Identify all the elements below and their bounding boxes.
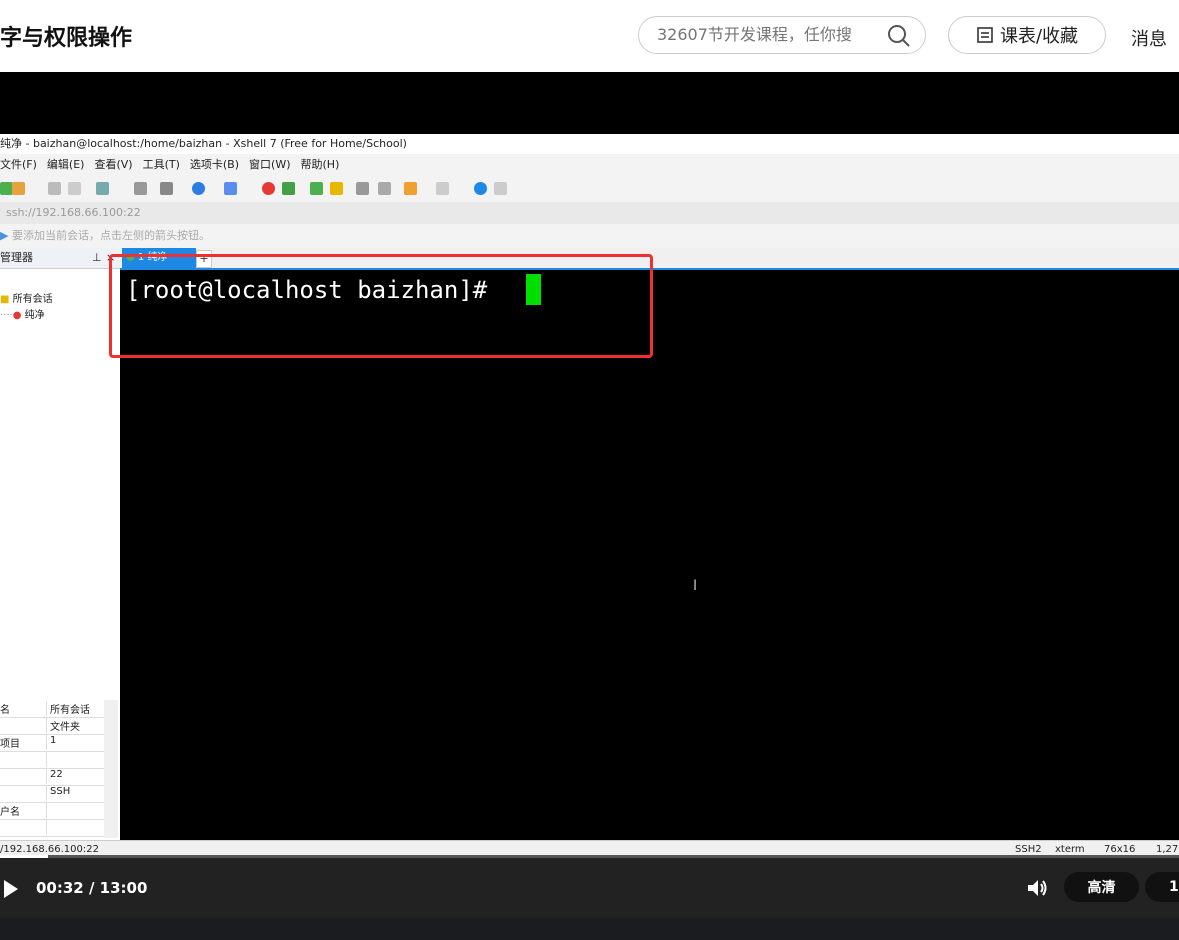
disconnect-icon[interactable] (68, 182, 81, 195)
menu-view[interactable]: 查看(V) (94, 158, 132, 171)
properties-table: 名所有会话 文件夹 项目 1 22 SSH 户名 (0, 700, 104, 838)
fullscreen-icon[interactable] (310, 182, 323, 195)
session-icon: ● (12, 310, 22, 321)
session-hint-bar: ▶ 要添加当前会话，点击左侧的箭头按钮。 (0, 224, 1179, 248)
menu-tools[interactable]: 工具(T) (143, 158, 180, 171)
open-folder-icon[interactable] (12, 182, 25, 195)
tree-item-all-sessions[interactable]: ■ 所有会话 (0, 290, 53, 305)
quality-button[interactable]: 高清 (1064, 872, 1139, 902)
calendar-icon (977, 27, 993, 43)
player-controls: 00:32 / 13:00 高清 1. (0, 858, 1179, 918)
xshell-toolbar (0, 176, 1179, 202)
xftp-icon[interactable] (262, 182, 275, 195)
folder-icon: ■ (0, 294, 10, 305)
connect-icon[interactable] (48, 182, 61, 195)
menu-help[interactable]: 帮助(H) (301, 158, 340, 171)
course-favorites-button[interactable]: 课表/收藏 (948, 16, 1106, 54)
session-manager-panel: 管理器 ⊥ × ■ 所有会话 ····● 纯净 名所有会话 文件夹 项目 1 22… (0, 248, 121, 840)
bottom-strip (0, 918, 1179, 940)
search-icon[interactable] (887, 24, 911, 48)
search-input[interactable] (657, 25, 867, 44)
xshell-title-bar: 纯净 - baizhan@localhost:/home/baizhan - X… (0, 134, 1179, 154)
xshell-icon[interactable] (282, 182, 295, 195)
arrow-icon: ▶ (0, 229, 9, 242)
xshell-window: 纯净 - baizhan@localhost:/home/baizhan - X… (0, 134, 1179, 858)
session-manager-title: 管理器 (0, 251, 33, 264)
messages-link[interactable]: 消息 (1131, 25, 1167, 51)
table-row: 文件夹 (0, 717, 104, 735)
search-box[interactable] (638, 16, 926, 54)
lock-icon[interactable] (330, 182, 343, 195)
transfer-icon[interactable] (404, 182, 417, 195)
address-text: ssh://192.168.66.100:22 (6, 206, 141, 219)
red-highlight-box (109, 254, 653, 358)
menu-file[interactable]: 文件(F) (0, 158, 37, 171)
tree-item-label: 所有会话 (12, 294, 53, 305)
site-header: 字与权限操作 课表/收藏 消息 (0, 0, 1179, 72)
terminal[interactable]: [root@localhost baizhan]# I (109, 254, 1179, 840)
layout-icon[interactable] (436, 182, 449, 195)
session-manager-header: 管理器 ⊥ × (0, 248, 120, 269)
table-row: SSH (0, 785, 104, 803)
volume-icon[interactable] (1026, 878, 1048, 898)
find-icon[interactable] (134, 182, 147, 195)
menu-window[interactable]: 窗口(W) (249, 158, 290, 171)
play-button[interactable] (4, 880, 18, 898)
course-title: 字与权限操作 (0, 26, 133, 51)
table-row (0, 751, 104, 769)
session-hint-text: 要添加当前会话，点击左侧的箭头按钮。 (11, 229, 210, 242)
xshell-menu-bar: 文件(F) 编辑(E) 查看(V) 工具(T) 选项卡(B) 窗口(W) 帮助(H) (0, 154, 1179, 176)
pin-icon[interactable]: ⊥ (92, 248, 102, 268)
tree-item-session[interactable]: ····● 纯净 (0, 306, 45, 321)
menu-edit[interactable]: 编辑(E) (47, 158, 85, 171)
help-icon[interactable] (474, 182, 487, 195)
table-row: 名所有会话 (0, 700, 104, 718)
address-bar[interactable]: ssh://192.168.66.100:22 (0, 202, 1179, 224)
reconnect-icon[interactable] (96, 182, 109, 195)
menu-tabs[interactable]: 选项卡(B) (190, 158, 239, 171)
tree-item-label: 纯净 (24, 310, 45, 321)
table-row: 22 (0, 768, 104, 786)
ibeam-cursor-icon: I (693, 578, 698, 594)
course-favorites-label: 课表/收藏 (999, 26, 1079, 47)
font-icon[interactable] (224, 182, 237, 195)
table-row: 项目 1 (0, 734, 104, 752)
time-display: 00:32 / 13:00 (36, 879, 148, 897)
properties-icon[interactable] (160, 182, 173, 195)
speed-button[interactable]: 1. (1145, 872, 1179, 902)
chat-icon[interactable] (494, 182, 507, 195)
keyboard-icon[interactable] (356, 182, 369, 195)
script-icon[interactable] (378, 182, 391, 195)
properties-scrollbar[interactable] (104, 700, 118, 838)
table-row (0, 819, 104, 837)
table-row: 户名 (0, 802, 104, 820)
globe-icon[interactable] (192, 182, 205, 195)
